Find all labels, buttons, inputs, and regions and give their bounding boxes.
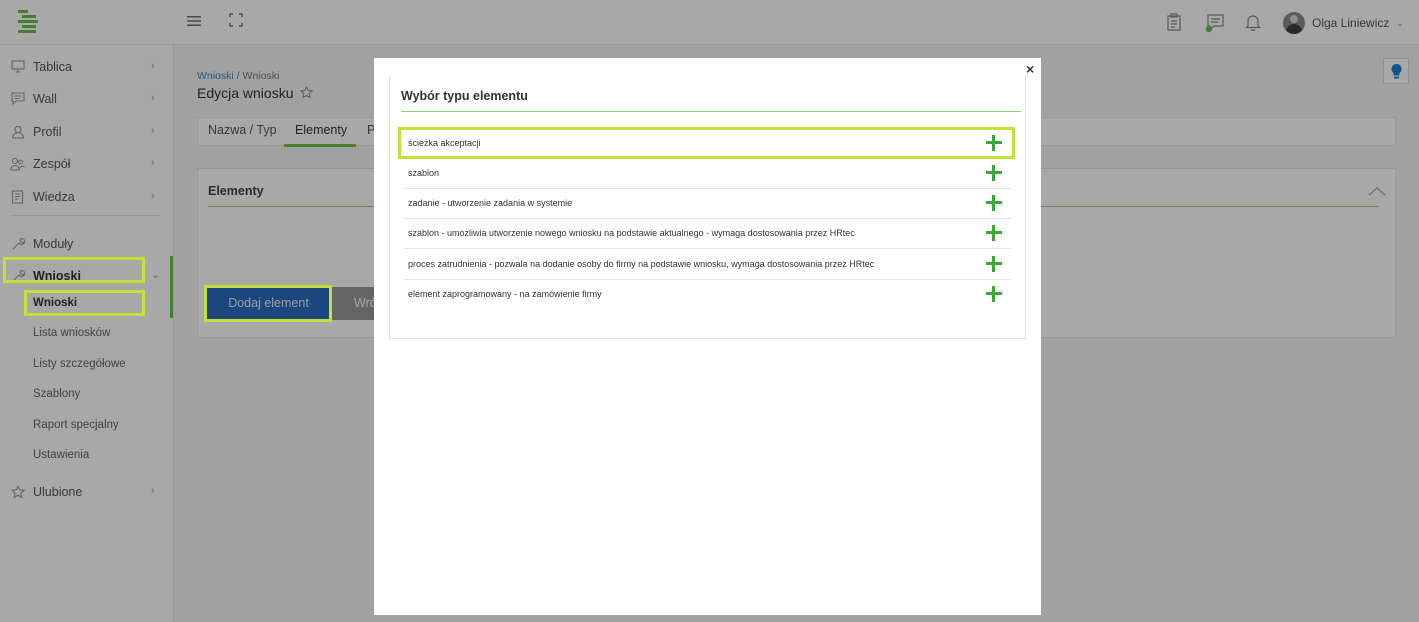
highlight-subitem-wnioski — [24, 290, 145, 316]
close-icon[interactable]: × — [1026, 61, 1034, 77]
option-zadanie[interactable]: zadanie - utworzenie zadania w systemie — [404, 189, 1011, 219]
option-proces-zatrudnienia[interactable]: proces zatrudnienia - pozwala na dodanie… — [404, 250, 1011, 280]
add-plus-icon[interactable] — [986, 225, 1002, 241]
option-label: proces zatrudnienia - pozwala na dodanie… — [408, 259, 875, 269]
highlight-option-sciezka-akceptacji — [398, 127, 1015, 159]
option-label: szablon — [408, 168, 440, 178]
option-label: zadanie - utworzenie zadania w systemie — [408, 198, 573, 208]
modal-title: Wybór typu elementu — [401, 89, 528, 103]
option-label: szablon - umożliwia utworzenie nowego wn… — [408, 228, 855, 238]
option-label: element zaprogramowany - na zamówienie f… — [408, 289, 602, 299]
option-szablon-nowy-wniosek[interactable]: szablon - umożliwia utworzenie nowego wn… — [404, 219, 1011, 249]
option-element-zaprogramowany[interactable]: element zaprogramowany - na zamówienie f… — [404, 280, 1011, 310]
highlight-sidebar-wnioski — [3, 257, 145, 283]
add-plus-icon[interactable] — [986, 286, 1002, 302]
option-szablon[interactable]: szablon — [404, 159, 1011, 189]
add-plus-icon[interactable] — [986, 195, 1002, 211]
add-plus-icon[interactable] — [986, 256, 1002, 272]
highlight-add-element-button — [204, 285, 332, 322]
add-plus-icon[interactable] — [986, 165, 1002, 181]
modal-title-divider — [401, 111, 1021, 112]
